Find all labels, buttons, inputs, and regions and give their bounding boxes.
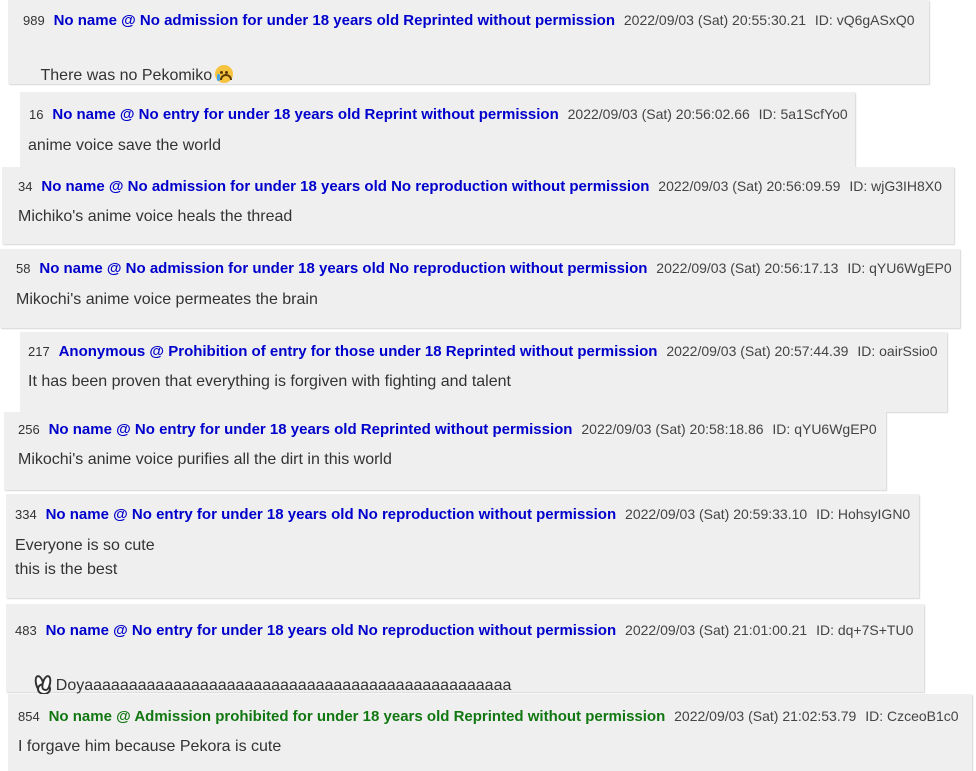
post-body: Mikochi's anime voice permeates the brai… [16,291,318,308]
post-date: 2022/09/03 (Sat) 20:56:02.66 [567,106,750,122]
post-body: I forgave him because Pekora is cute [18,738,282,755]
rabbit-emoji-icon [34,675,52,695]
post-number[interactable]: 334 [15,507,37,522]
post: 483 No name @ No entry for under 18 year… [6,604,924,695]
post-number[interactable]: 217 [28,344,50,359]
post-number[interactable]: 854 [18,709,40,724]
poster-name: No name @ No admission for under 18 year… [39,260,648,277]
post-body: Michiko's anime voice heals the thread [18,208,293,225]
post-number[interactable]: 58 [16,261,30,276]
poster-name: No name @ No entry for under 18 years ol… [48,421,573,438]
post-date: 2022/09/03 (Sat) 20:58:18.86 [581,421,764,437]
post-date: 2022/09/03 (Sat) 20:56:17.13 [656,260,839,276]
post: 256 No name @ No entry for under 18 year… [4,412,886,490]
post-number[interactable]: 483 [15,623,37,638]
poster-id[interactable]: ID: wjG3IH8X0 [849,178,942,194]
poster-id[interactable]: ID: oairSsio0 [857,343,937,359]
post-date: 2022/09/03 (Sat) 20:56:09.59 [658,178,841,194]
post-body: anime voice save the world [28,137,221,154]
poster-id[interactable]: ID: 5a1ScfYo0 [759,106,848,122]
poster-id[interactable]: ID: dq+7S+TU0 [816,622,913,638]
post-body: Mikochi's anime voice purifies all the d… [18,451,392,468]
poster-id[interactable]: ID: qYU6WgEP0 [847,260,951,276]
poster-id[interactable]: ID: qYU6WgEP0 [772,421,876,437]
post-number[interactable]: 34 [18,179,32,194]
post: 854 No name @ Admission prohibited for u… [8,694,972,771]
poster-id[interactable]: ID: vQ6gASxQ0 [815,12,915,28]
post-body: There was no Pekomiko [40,67,213,84]
post: 34 No name @ No admission for under 18 y… [2,167,954,244]
post-number[interactable]: 256 [18,422,40,437]
poster-name: No name @ No entry for under 18 years ol… [45,506,617,523]
poster-name: No name @ No admission for under 18 year… [53,12,615,29]
crying-face-emoji-icon [215,65,234,83]
post-number[interactable]: 989 [23,13,45,28]
post-date: 2022/09/03 (Sat) 20:57:44.39 [666,343,849,359]
post-date: 2022/09/03 (Sat) 21:02:53.79 [674,708,857,724]
post-body: Doyaaaaaaaaaaaaaaaaaaaaaaaaaaaaaaaaaaaaa… [55,677,512,694]
post-body: It has been proven that everything is fo… [28,373,511,390]
poster-id[interactable]: ID: CzceoB1c0 [865,708,958,724]
post: 334 No name @ No entry for under 18 year… [6,494,919,598]
post-date: 2022/09/03 (Sat) 20:55:30.21 [623,12,807,28]
poster-name: No name @ No admission for under 18 year… [41,178,650,195]
poster-name: No name @ No entry for under 18 years ol… [52,106,559,123]
post: 16 No name @ No entry for under 18 years… [20,92,855,168]
post-date: 2022/09/03 (Sat) 21:01:00.21 [625,622,808,638]
post-number[interactable]: 16 [29,107,43,122]
poster-id[interactable]: ID: HohsyIGN0 [816,506,910,522]
poster-name: No name @ Admission prohibited for under… [48,708,666,725]
poster-name: No name @ No entry for under 18 years ol… [45,622,617,639]
poster-name: Anonymous @ Prohibition of entry for tho… [58,343,658,360]
post: 58 No name @ No admission for under 18 y… [0,249,960,328]
post-body: Everyone is so cute this is the best [15,537,155,578]
post-date: 2022/09/03 (Sat) 20:59:33.10 [625,506,808,522]
post: 217 Anonymous @ Prohibition of entry for… [20,332,947,412]
post: 989 No name @ No admission for under 18 … [8,0,929,84]
